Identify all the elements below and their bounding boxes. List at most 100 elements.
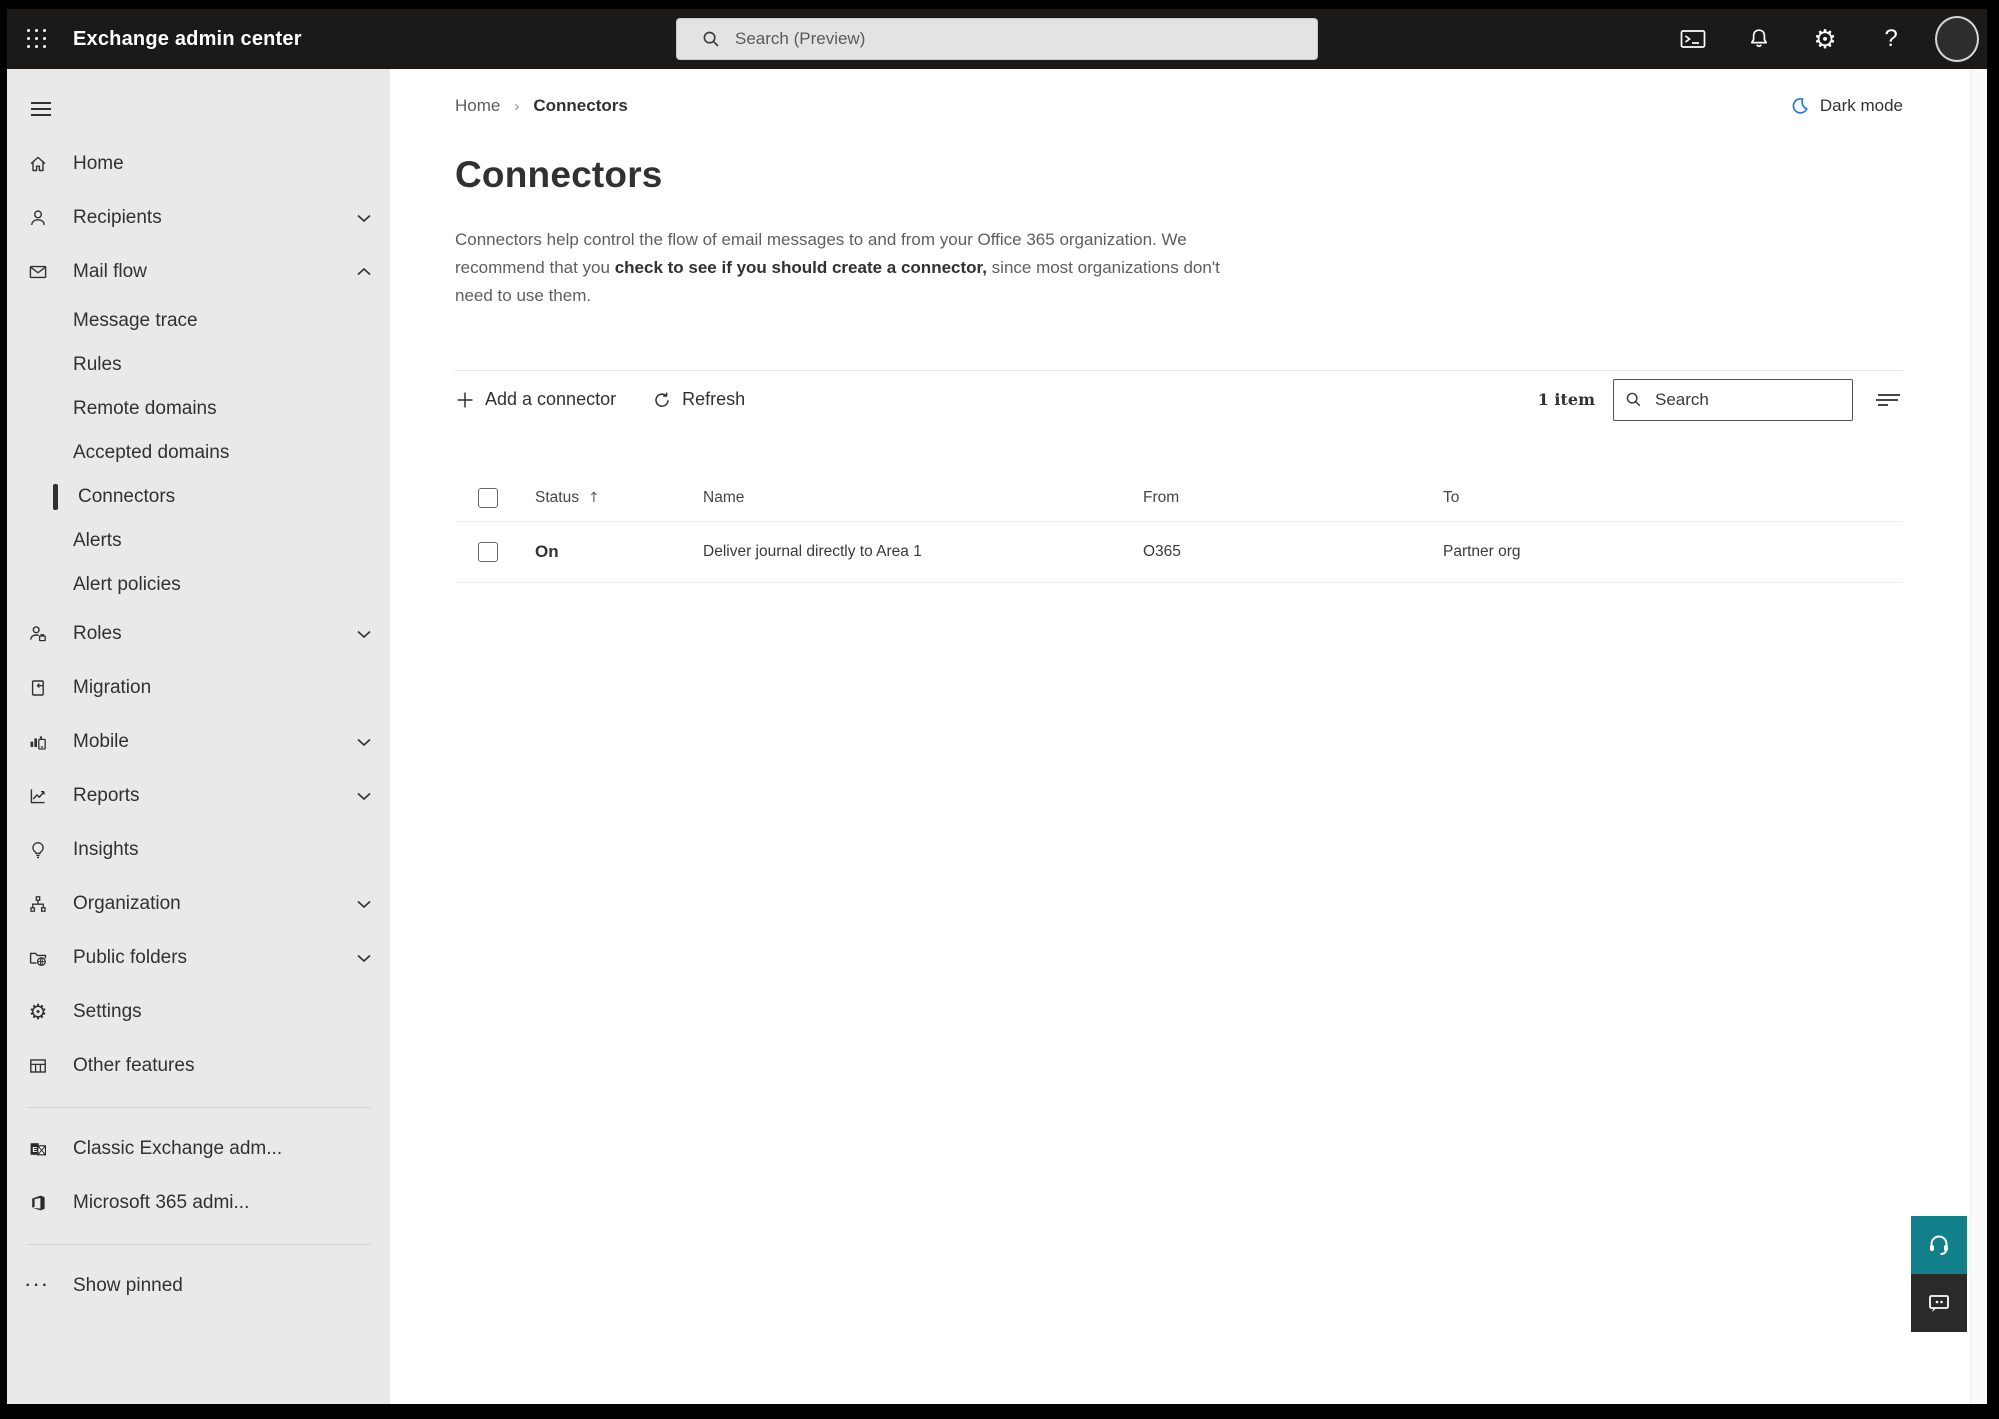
- breadcrumb: Home › Connectors: [455, 96, 628, 116]
- sidebar-item-microsoft-365[interactable]: Microsoft 365 admi...: [7, 1176, 390, 1230]
- dark-mode-toggle[interactable]: Dark mode: [1790, 96, 1903, 116]
- item-count: 1 item: [1537, 390, 1595, 409]
- sidebar-item-insights[interactable]: Insights: [7, 823, 390, 877]
- global-search-box[interactable]: [676, 18, 1318, 60]
- sidebar-item-migration[interactable]: Migration: [7, 661, 390, 715]
- scrollbar[interactable]: [1970, 69, 1987, 1404]
- table-header-row: Status ↑ Name From To: [455, 475, 1903, 521]
- classic-exchange-icon: E: [28, 1139, 48, 1159]
- floating-action-buttons: [1911, 1216, 1967, 1332]
- sidebar-item-label: Migration: [73, 677, 152, 698]
- chevron-down-icon: [356, 791, 372, 801]
- add-connector-button[interactable]: Add a connector: [455, 389, 616, 410]
- filter-button[interactable]: [1875, 390, 1903, 410]
- sidebar-item-home[interactable]: Home: [7, 137, 390, 191]
- sidebar-item-other-features[interactable]: Other features: [7, 1039, 390, 1093]
- row-name[interactable]: Deliver journal directly to Area 1: [703, 543, 1143, 561]
- plus-icon: [457, 392, 473, 407]
- sidebar-item-label: Reports: [73, 785, 140, 806]
- sidebar-item-roles[interactable]: Roles: [7, 607, 390, 661]
- hamburger-icon: [31, 102, 51, 116]
- sidebar-item-label: Accepted domains: [73, 442, 230, 463]
- sidebar-item-label: Microsoft 365 admi...: [73, 1192, 250, 1213]
- column-header-name[interactable]: Name: [703, 489, 1143, 507]
- sidebar-item-message-trace[interactable]: Message trace: [7, 299, 390, 343]
- sidebar-item-label: Connectors: [78, 486, 176, 507]
- sidebar-item-label: Insights: [73, 839, 139, 860]
- sidebar-item-label: Settings: [73, 1001, 142, 1022]
- column-header-status[interactable]: Status ↑: [535, 489, 703, 507]
- avatar: [1935, 16, 1979, 62]
- refresh-icon: [655, 392, 669, 407]
- sidebar-item-accepted-domains[interactable]: Accepted domains: [7, 431, 390, 475]
- sidebar-item-alert-policies[interactable]: Alert policies: [7, 563, 390, 607]
- app-launcher-button[interactable]: [13, 9, 61, 69]
- description-emphasis: check to see if you should create a conn…: [614, 258, 987, 277]
- selection-indicator: [53, 484, 58, 510]
- sidebar-item-label: Alerts: [73, 530, 122, 551]
- gear-icon: ⚙: [1813, 24, 1837, 54]
- chevron-up-icon: [356, 267, 372, 277]
- nav-collapse-button[interactable]: [21, 89, 61, 129]
- sidebar-item-classic-exchange[interactable]: E Classic Exchange adm...: [7, 1122, 390, 1176]
- page-title: Connectors: [455, 154, 663, 195]
- exchange-admin-window: Exchange admin center Search (Preview) ⚙…: [7, 9, 1987, 1404]
- terminal-button[interactable]: [1671, 9, 1715, 69]
- description-text: recommend that you: [455, 258, 615, 277]
- sidebar-item-rules[interactable]: Rules: [7, 343, 390, 387]
- feedback-button[interactable]: [1911, 1274, 1967, 1332]
- app-title: Exchange admin center: [73, 27, 302, 50]
- sidebar-item-public-folders[interactable]: Public folders: [7, 931, 390, 985]
- help-icon: ?: [1884, 25, 1898, 52]
- breadcrumb-current: Connectors: [533, 96, 628, 115]
- sidebar-item-settings[interactable]: ⚙ Settings: [7, 985, 390, 1039]
- sidebar-item-remote-domains[interactable]: Remote domains: [7, 387, 390, 431]
- chevron-down-icon: [356, 953, 372, 963]
- person-badge-icon: [28, 624, 48, 644]
- sidebar-item-connectors[interactable]: Connectors: [7, 475, 390, 519]
- row-status: On: [535, 542, 559, 561]
- sidebar-item-organization[interactable]: Organization: [7, 877, 390, 931]
- sidebar-item-label: Show pinned: [73, 1275, 183, 1296]
- support-button[interactable]: [1911, 1216, 1967, 1274]
- connectors-table: Status ↑ Name From To On Deliver journal…: [455, 475, 1903, 583]
- sidebar-nav: Home Recipients Mail flow Message trace …: [7, 69, 390, 1404]
- list-search-input[interactable]: [1655, 389, 1815, 410]
- sidebar-item-label: Roles: [73, 623, 122, 644]
- select-all-checkbox[interactable]: [478, 488, 498, 508]
- page-description: Connectors help control the flow of emai…: [455, 226, 1335, 310]
- breadcrumb-home-link[interactable]: Home: [455, 96, 500, 116]
- filter-icon: [1876, 393, 1900, 406]
- dark-mode-label: Dark mode: [1819, 96, 1903, 115]
- sidebar-item-label: Home: [73, 153, 124, 174]
- sidebar-item-label: Other features: [73, 1055, 195, 1076]
- global-search-input[interactable]: [735, 29, 1255, 49]
- top-app-bar: Exchange admin center Search (Preview) ⚙…: [7, 9, 1987, 69]
- chevron-down-icon: [356, 899, 372, 909]
- sidebar-item-show-pinned[interactable]: ··· Show pinned: [7, 1259, 390, 1313]
- sidebar-item-label: Organization: [73, 893, 181, 914]
- sidebar-item-alerts[interactable]: Alerts: [7, 519, 390, 563]
- row-checkbox[interactable]: [478, 542, 498, 562]
- account-button[interactable]: [1935, 9, 1979, 69]
- column-header-to[interactable]: To: [1443, 489, 1903, 507]
- line-chart-icon: [28, 786, 48, 806]
- chevron-down-icon: [356, 629, 372, 639]
- terminal-icon: [1680, 30, 1706, 48]
- notifications-button[interactable]: [1737, 9, 1781, 69]
- sidebar-item-recipients[interactable]: Recipients: [7, 191, 390, 245]
- refresh-button[interactable]: Refresh: [652, 389, 745, 410]
- sidebar-item-reports[interactable]: Reports: [7, 769, 390, 823]
- sidebar-item-mobile[interactable]: Mobile: [7, 715, 390, 769]
- settings-button[interactable]: ⚙: [1803, 9, 1847, 69]
- column-header-from[interactable]: From: [1143, 489, 1443, 507]
- sidebar-item-mail-flow[interactable]: Mail flow: [7, 245, 390, 299]
- help-button[interactable]: ?: [1869, 9, 1913, 69]
- sidebar-divider: [27, 1244, 370, 1245]
- folder-globe-icon: [28, 948, 48, 968]
- org-chart-icon: [28, 894, 48, 914]
- list-search-box[interactable]: [1613, 378, 1853, 421]
- table-row[interactable]: On Deliver journal directly to Area 1 O3…: [455, 521, 1903, 583]
- description-text: Connectors help control the flow of emai…: [455, 230, 1187, 249]
- list-toolbar: Add a connector Refresh 1 item: [455, 370, 1903, 428]
